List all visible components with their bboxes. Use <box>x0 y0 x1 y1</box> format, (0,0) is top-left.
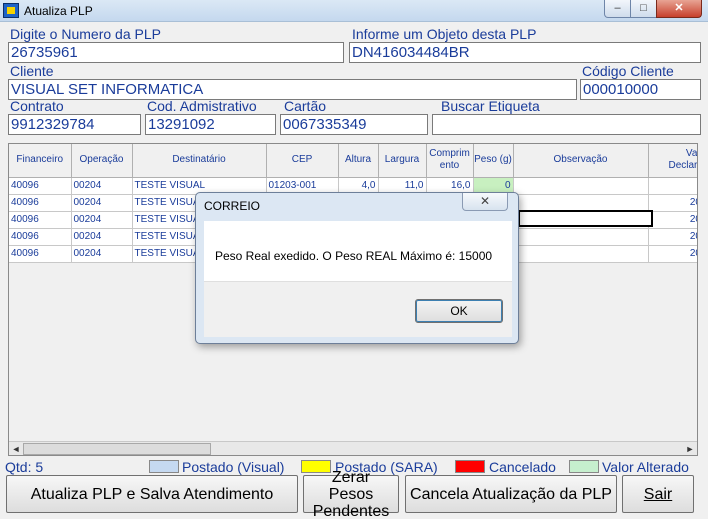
cell-valor-declarado[interactable]: 0 <box>648 177 697 195</box>
cell-observacao[interactable] <box>513 245 649 263</box>
atualiza-plp-button[interactable]: Atualiza PLP e Salva Atendimento <box>6 475 298 513</box>
col-destinatario[interactable]: Destinatário <box>132 144 267 178</box>
sair-button[interactable]: Sair <box>622 475 694 513</box>
cartao-label: Cartão <box>284 98 327 114</box>
col-operacao[interactable]: Operação <box>71 144 133 178</box>
cell-valor-declarado[interactable]: 200 <box>648 194 697 212</box>
zerar-pesos-button[interactable]: Zerar Pesos Pendentes <box>303 469 399 519</box>
ok-button[interactable]: OK <box>415 299 503 323</box>
dialog-title: CORREIO <box>204 199 261 213</box>
plp-label: Digite o Numero da PLP <box>10 26 161 42</box>
objeto-label: Informe um Objeto desta PLP <box>352 26 537 42</box>
app-icon <box>3 3 19 18</box>
cell-operacao[interactable]: 00204 <box>71 194 133 212</box>
col-peso[interactable]: Peso (g) <box>473 144 514 178</box>
cell-financeiro[interactable]: 40096 <box>9 228 72 246</box>
dialog-footer: OK <box>204 281 512 337</box>
cell-valor-declarado[interactable]: 200 <box>648 228 697 246</box>
window-title: Atualiza PLP <box>24 4 93 18</box>
scroll-right-arrow-icon[interactable]: ► <box>683 442 697 455</box>
horizontal-scrollbar[interactable]: ◄ ► <box>9 441 697 455</box>
scroll-left-arrow-icon[interactable]: ◄ <box>9 442 23 455</box>
dialog-message: Peso Real exedido. O Peso REAL Máximo é:… <box>215 249 493 263</box>
cell-operacao[interactable]: 00204 <box>71 228 133 246</box>
objeto-field[interactable]: DN416034484BR <box>349 42 701 63</box>
maximize-button[interactable]: □ <box>630 0 657 18</box>
col-altura[interactable]: Altura <box>338 144 379 178</box>
title-bar: Atualiza PLP – □ ✕ <box>0 0 708 22</box>
cell-observacao[interactable] <box>513 177 649 195</box>
cliente-field[interactable]: VISUAL SET INFORMATICA <box>8 79 577 100</box>
cliente-label: Cliente <box>10 63 54 79</box>
buscar-etiqueta-label: Buscar Etiqueta <box>441 98 540 114</box>
col-valor-declarado[interactable]: Valor Declarad <box>648 144 697 178</box>
cartao-field[interactable]: 0067335349 <box>280 114 428 135</box>
col-observacao[interactable]: Observação <box>513 144 649 178</box>
cancela-atualizacao-button[interactable]: Cancela Atualização da PLP <box>405 475 617 513</box>
dialog-body: Peso Real exedido. O Peso REAL Máximo é:… <box>204 221 512 281</box>
cell-valor-declarado[interactable]: 200 <box>648 211 697 229</box>
cell-observacao[interactable] <box>513 228 649 246</box>
close-button[interactable]: ✕ <box>656 0 702 18</box>
cell-operacao[interactable]: 00204 <box>71 245 133 263</box>
buscar-etiqueta-field[interactable] <box>432 114 701 135</box>
col-largura[interactable]: Largura <box>378 144 427 178</box>
cod-adm-field[interactable]: 13291092 <box>145 114 276 135</box>
minimize-button[interactable]: – <box>604 0 631 18</box>
col-financeiro[interactable]: Financeiro <box>9 144 72 178</box>
cell-financeiro[interactable]: 40096 <box>9 211 72 229</box>
cell-operacao[interactable]: 00204 <box>71 211 133 229</box>
table-header-row: Financeiro Operação Destinatário CEP Alt… <box>9 144 697 178</box>
qtd-count: Qtd: 5 <box>5 459 44 475</box>
codigo-cliente-label: Código Cliente <box>582 63 674 79</box>
cod-adm-label: Cod. Admistrativo <box>147 98 257 114</box>
dialog-close-icon[interactable]: ✕ <box>462 193 508 211</box>
plp-number-field[interactable]: 26735961 <box>8 42 344 63</box>
legend-swatch-visual <box>149 460 179 473</box>
legend-swatch-cancelado <box>455 460 485 473</box>
cell-financeiro[interactable]: 40096 <box>9 177 72 195</box>
legend-label-alterado: Valor Alterado <box>602 459 689 475</box>
contrato-field[interactable]: 9912329784 <box>8 114 141 135</box>
codigo-cliente-field[interactable]: 000010000 <box>580 79 701 100</box>
col-comprimento[interactable]: Comprim ento <box>426 144 474 178</box>
col-cep[interactable]: CEP <box>266 144 339 178</box>
selected-cell-observacao[interactable] <box>518 210 653 227</box>
cell-financeiro[interactable]: 40096 <box>9 194 72 212</box>
scroll-thumb[interactable] <box>23 443 211 455</box>
correio-dialog: CORREIO ✕ Peso Real exedido. O Peso REAL… <box>195 192 519 344</box>
cell-observacao[interactable] <box>513 194 649 212</box>
legend-label-cancelado: Cancelado <box>489 459 556 475</box>
legend-label-visual: Postado (Visual) <box>182 459 285 475</box>
legend-swatch-alterado <box>569 460 599 473</box>
cell-financeiro[interactable]: 40096 <box>9 245 72 263</box>
cell-valor-declarado[interactable]: 200 <box>648 245 697 263</box>
contrato-label: Contrato <box>10 98 64 114</box>
cell-operacao[interactable]: 00204 <box>71 177 133 195</box>
